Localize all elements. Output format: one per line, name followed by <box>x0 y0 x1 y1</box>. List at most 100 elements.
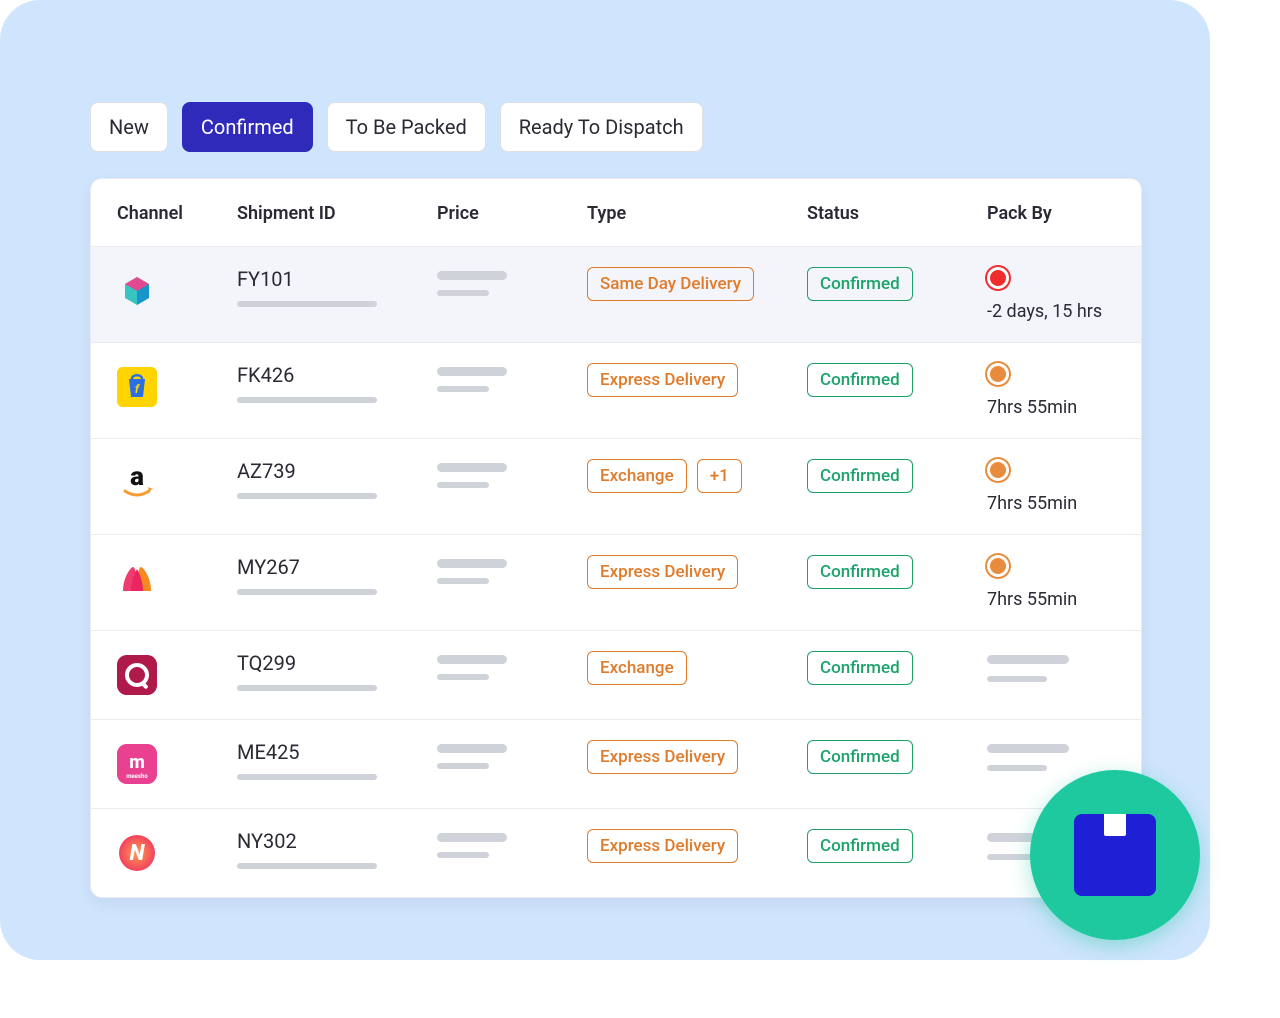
status-badge: Confirmed <box>807 459 913 493</box>
status-tabs: New Confirmed To Be Packed Ready To Disp… <box>90 102 703 152</box>
skeleton-line <box>987 655 1069 664</box>
cell-shipment-id: FK426 <box>237 363 437 403</box>
skeleton-line <box>437 386 489 392</box>
cell-channel <box>117 651 237 699</box>
shipment-id: NY302 <box>237 829 437 853</box>
cell-type: Same Day Delivery <box>587 267 807 301</box>
status-badge: Confirmed <box>807 267 913 301</box>
type-tag: Express Delivery <box>587 829 738 863</box>
skeleton-line <box>237 301 377 307</box>
pack-by-text: 7hrs 55min <box>987 397 1142 418</box>
fynd-icon <box>117 271 157 311</box>
cell-type: Express Delivery <box>587 829 807 863</box>
skeleton-line <box>437 674 489 680</box>
table-row[interactable]: FY101 Same Day DeliveryConfirmed -2 days, … <box>91 247 1141 342</box>
pack-by-text: 7hrs 55min <box>987 589 1142 610</box>
floating-package-button[interactable] <box>1030 770 1200 940</box>
type-tag: Express Delivery <box>587 740 738 774</box>
cell-shipment-id: ME425 <box>237 740 437 780</box>
cell-pack-by: -2 days, 15 hrs <box>987 267 1142 322</box>
cell-price <box>437 459 587 488</box>
tab-to-be-packed[interactable]: To Be Packed <box>327 102 486 152</box>
nykaa-icon: N <box>117 833 157 873</box>
shipment-id: AZ739 <box>237 459 437 483</box>
cell-status: Confirmed <box>807 740 987 774</box>
type-tag: +1 <box>697 459 742 493</box>
col-pack-by: Pack By <box>987 203 1142 224</box>
skeleton-line <box>237 774 377 780</box>
cell-pack-by: 7hrs 55min <box>987 555 1142 610</box>
tab-ready-to-dispatch[interactable]: Ready To Dispatch <box>500 102 703 152</box>
skeleton-line <box>437 833 507 842</box>
status-badge: Confirmed <box>807 651 913 685</box>
status-badge: Confirmed <box>807 740 913 774</box>
col-status: Status <box>807 203 987 224</box>
cell-channel: a <box>117 459 237 507</box>
cell-status: Confirmed <box>807 651 987 685</box>
cell-status: Confirmed <box>807 267 987 301</box>
shipment-id: ME425 <box>237 740 437 764</box>
table-row[interactable]: MY267 Express Delivery Confirmed 7hrs 55min <box>91 534 1141 630</box>
status-badge: Confirmed <box>807 363 913 397</box>
table-header: Channel Shipment ID Price Type Status Pa… <box>91 179 1141 247</box>
cell-status: Confirmed <box>807 459 987 493</box>
skeleton-line <box>437 578 489 584</box>
orders-table: Channel Shipment ID Price Type Status Pa… <box>90 178 1142 898</box>
cell-price <box>437 363 587 392</box>
table-row[interactable]: mmeeshoME425 Express Delivery Confirmed <box>91 719 1141 808</box>
table-row[interactable]: N NY302 Express Delivery Confirmed <box>91 808 1141 897</box>
cell-shipment-id: MY267 <box>237 555 437 595</box>
package-icon <box>1074 814 1156 896</box>
cell-channel <box>117 267 237 315</box>
skeleton-line <box>437 482 489 488</box>
cell-pack-by: 7hrs 55min <box>987 459 1142 514</box>
skeleton-line <box>237 493 377 499</box>
status-badge: Confirmed <box>807 829 913 863</box>
table-row[interactable]: fFK426 Express Delivery Confirmed 7hrs 55mi… <box>91 342 1141 438</box>
tab-confirmed[interactable]: Confirmed <box>182 102 313 152</box>
pack-by-text: 7hrs 55min <box>987 493 1142 514</box>
type-tag: Express Delivery <box>587 363 738 397</box>
cell-status: Confirmed <box>807 363 987 397</box>
shipment-id: TQ299 <box>237 651 437 675</box>
tab-new[interactable]: New <box>90 102 168 152</box>
cell-channel: f <box>117 363 237 411</box>
due-soon-indicator-icon <box>987 363 1009 385</box>
skeleton-line <box>237 685 377 691</box>
cell-status: Confirmed <box>807 555 987 589</box>
skeleton-line <box>987 744 1069 753</box>
amazon-icon: a <box>117 463 157 503</box>
skeleton-line <box>237 397 377 403</box>
shipment-id: FY101 <box>237 267 437 291</box>
cell-channel <box>117 555 237 603</box>
myntra-icon <box>117 559 157 599</box>
cell-price <box>437 829 587 858</box>
cell-channel: mmeesho <box>117 740 237 788</box>
cell-pack-by: 7hrs 55min <box>987 363 1142 418</box>
cell-price <box>437 651 587 680</box>
col-type: Type <box>587 203 807 224</box>
skeleton-line <box>237 589 377 595</box>
skeleton-line <box>437 852 489 858</box>
skeleton-line <box>437 744 507 753</box>
table-row[interactable]: TQ299 Exchange Confirmed <box>91 630 1141 719</box>
pack-by-text: -2 days, 15 hrs <box>987 301 1142 322</box>
status-badge: Confirmed <box>807 555 913 589</box>
cell-pack-by <box>987 740 1142 771</box>
cell-type: Express Delivery <box>587 363 807 397</box>
cell-channel: N <box>117 829 237 877</box>
shipment-id: FK426 <box>237 363 437 387</box>
cell-pack-by <box>987 651 1142 682</box>
skeleton-line <box>237 863 377 869</box>
type-tag: Exchange <box>587 651 687 685</box>
col-shipment-id: Shipment ID <box>237 203 437 224</box>
type-tag: Express Delivery <box>587 555 738 589</box>
skeleton-line <box>437 367 507 376</box>
cell-shipment-id: NY302 <box>237 829 437 869</box>
app-canvas: New Confirmed To Be Packed Ready To Disp… <box>0 0 1210 960</box>
skeleton-line <box>987 676 1047 682</box>
tataq-icon <box>117 655 157 695</box>
table-row[interactable]: aAZ739Exchange+1Confirmed7hrs 55min <box>91 438 1141 534</box>
cell-type: Express Delivery <box>587 555 807 589</box>
cell-price <box>437 740 587 769</box>
